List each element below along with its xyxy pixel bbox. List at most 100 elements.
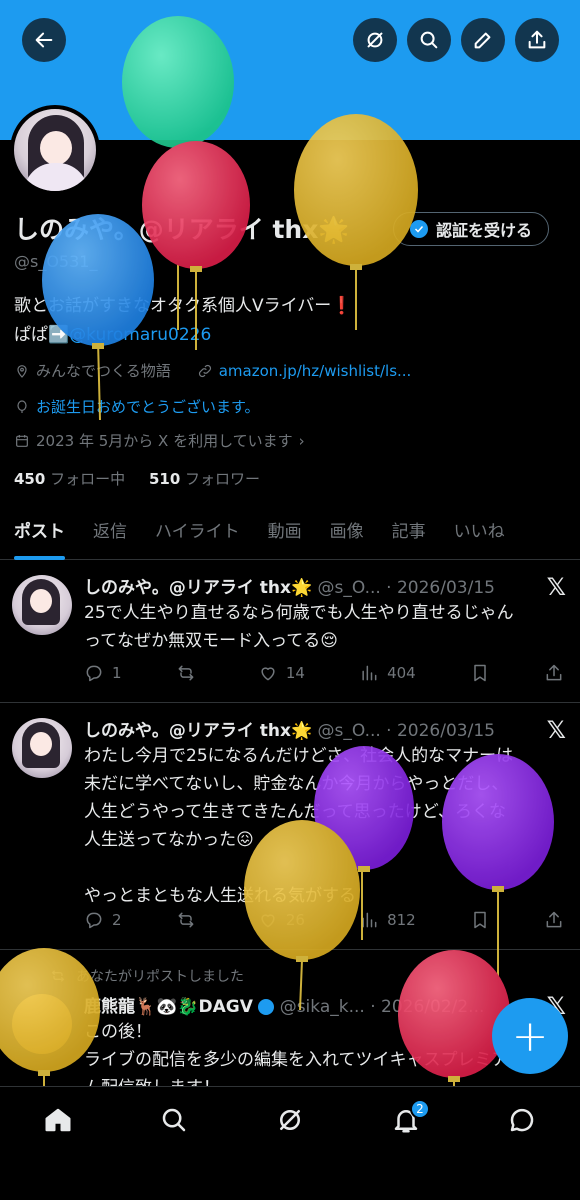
tab-articles[interactable]: 記事: [378, 500, 440, 560]
like-button[interactable]: 26: [258, 910, 305, 930]
reply-count: 2: [112, 911, 122, 929]
balloon-red: [142, 141, 250, 269]
post-avatar[interactable]: [12, 994, 72, 1054]
nav-grok[interactable]: [260, 1105, 320, 1145]
x-logo-icon: 𝕏: [546, 716, 566, 744]
post-text: わたし今月で25になるんだけどさ、社会人的なマナーは 未だに学べてないし、貯金な…: [84, 742, 554, 910]
reply-button[interactable]: 2: [84, 910, 122, 930]
profile-avatar[interactable]: [10, 105, 100, 195]
reply-button[interactable]: 1: [84, 663, 122, 683]
share-icon: [546, 911, 562, 928]
post-avatar[interactable]: [12, 575, 72, 635]
verified-badge-icon: [258, 999, 275, 1015]
post-text-line: 人生送ってなかった😖: [84, 830, 254, 850]
calendar-icon: [16, 434, 28, 447]
post-text-line: 未だに学べてないし、貯金なんか今月からやっとだし、: [84, 774, 509, 794]
heart-icon: [261, 667, 275, 681]
views-button[interactable]: 404: [359, 663, 416, 683]
arrow-left-icon: [35, 32, 53, 48]
following-link[interactable]: 450 フォロー中: [14, 470, 125, 488]
back-button[interactable]: [22, 18, 66, 62]
post-avatar[interactable]: [12, 718, 72, 778]
post-actions: 2 26 812: [84, 910, 564, 930]
search-icon: [420, 31, 438, 49]
tab-videos[interactable]: 動画: [254, 500, 316, 560]
tab-posts[interactable]: ポスト: [0, 500, 79, 560]
tab-highlights[interactable]: ハイライト: [141, 500, 254, 560]
joined-date: 2023 年 5月から X を利用しています: [36, 432, 293, 450]
like-button[interactable]: 14: [258, 663, 305, 683]
location-icon: [17, 364, 27, 378]
views-icon: [362, 665, 377, 681]
x-logo-icon: 𝕏: [546, 573, 566, 601]
get-verified-button[interactable]: 認証を受ける: [393, 212, 549, 246]
bookmark-button[interactable]: [470, 910, 490, 930]
nav-notifications[interactable]: 2: [376, 1099, 436, 1145]
post-text: 25で人生やり直せるなら何歳でも人生やり直せるじゃん ってなぜか無双モード入って…: [84, 599, 554, 655]
post-author-name: しのみや。@リアライ thx🌟: [84, 721, 313, 741]
following-count: 450: [14, 470, 46, 488]
profile-joined-row[interactable]: 2023 年 5月から X を利用しています ›: [14, 430, 305, 451]
post-header: 鹿熊龍🦌🐼🐉DAGV @sika_k... · 2026/02/2...: [84, 992, 484, 1017]
follow-stats: 450 フォロー中 510 フォロワー: [14, 468, 260, 489]
notification-badge: 2: [410, 1099, 430, 1119]
grok-button[interactable]: [353, 18, 397, 62]
repost-icon: [178, 912, 194, 928]
birthday-message: お誕生日おめでとうございます。: [36, 398, 260, 416]
bookmark-button[interactable]: [470, 663, 490, 683]
nav-search[interactable]: [144, 1105, 204, 1145]
search-button[interactable]: [407, 18, 451, 62]
views-button[interactable]: 812: [359, 910, 416, 930]
post-actions: 1 14 404: [84, 663, 564, 683]
share-button[interactable]: [515, 18, 559, 62]
following-label: フォロー中: [50, 470, 126, 488]
post-card[interactable]: しのみや。@リアライ thx🌟 @s_O... · 2026/03/15 𝕏 わ…: [0, 704, 580, 950]
bio-mention-link[interactable]: @kuromaru0226: [69, 325, 211, 345]
bio-prefix: ぱぱ➡️: [14, 325, 70, 345]
share-post-button[interactable]: [544, 663, 564, 683]
repost-label: あなたがリポストしました: [76, 969, 244, 985]
profile-location: みんなでつくる物語: [36, 362, 171, 380]
post-card[interactable]: しのみや。@リアライ thx🌟 @s_O... · 2026/03/15 𝕏 2…: [0, 561, 580, 703]
repost-button[interactable]: [176, 663, 204, 683]
profile-bio: 歌とお話がすきなオタク系個人Vライバー❗ ぱぱ➡️@kuromaru0226: [14, 292, 352, 350]
post-text-line: 人生どうやって生きてきたんだって思ったけど、ろくな: [84, 802, 506, 822]
repost-button[interactable]: [176, 910, 204, 930]
compose-post-button[interactable]: +: [492, 998, 568, 1074]
profile-website-link[interactable]: amazon.jp/hz/wishlist/ls...: [219, 362, 412, 380]
followers-link[interactable]: 510 フォロワー: [149, 470, 260, 488]
reply-icon: [86, 665, 102, 682]
share-post-button[interactable]: [544, 910, 564, 930]
chevron-right-icon: ›: [298, 431, 305, 450]
nav-home[interactable]: [28, 1105, 88, 1145]
edit-icon: [474, 32, 491, 49]
verified-check-icon: [409, 220, 428, 238]
nav-messages[interactable]: [492, 1105, 552, 1145]
edit-button[interactable]: [461, 18, 505, 62]
grok-icon: [280, 1110, 300, 1130]
profile-name: しのみや。@リアライ thx🌟: [14, 215, 350, 244]
post-author-name: 鹿熊龍🦌🐼🐉DAGV: [84, 997, 253, 1017]
search-icon: [162, 1108, 186, 1132]
tab-likes[interactable]: いいね: [440, 500, 519, 560]
profile-birthday-row: お誕生日おめでとうございます。: [14, 396, 260, 417]
view-count: 812: [387, 911, 416, 929]
bottom-navigation: 2: [0, 1086, 580, 1200]
post-text-spacer: [84, 854, 554, 882]
profile-handle: @s_O531_: [14, 252, 98, 271]
profile-meta-row: みんなでつくる物語 amazon.jp/hz/wishlist/ls...: [14, 360, 411, 381]
post-header: しのみや。@リアライ thx🌟 @s_O... · 2026/03/15: [84, 716, 495, 741]
heart-icon: [261, 914, 275, 928]
post-meta: @sika_k... · 2026/02/2...: [279, 997, 485, 1017]
tab-images[interactable]: 画像: [316, 500, 378, 560]
bookmark-icon: [474, 911, 486, 929]
balloon-icon: [17, 399, 27, 413]
post-author-name: しのみや。@リアライ thx🌟: [84, 578, 313, 598]
followers-label: フォロワー: [185, 470, 261, 488]
post-text-line: この後！: [84, 1022, 152, 1042]
followers-count: 510: [148, 470, 181, 488]
bio-line-1: 歌とお話がすきなオタク系個人Vライバー❗: [14, 296, 353, 316]
tab-replies[interactable]: 返信: [79, 500, 141, 560]
post-text-line: ってなぜか無双モード入ってる😌: [84, 631, 339, 651]
grok-icon: [367, 32, 383, 48]
